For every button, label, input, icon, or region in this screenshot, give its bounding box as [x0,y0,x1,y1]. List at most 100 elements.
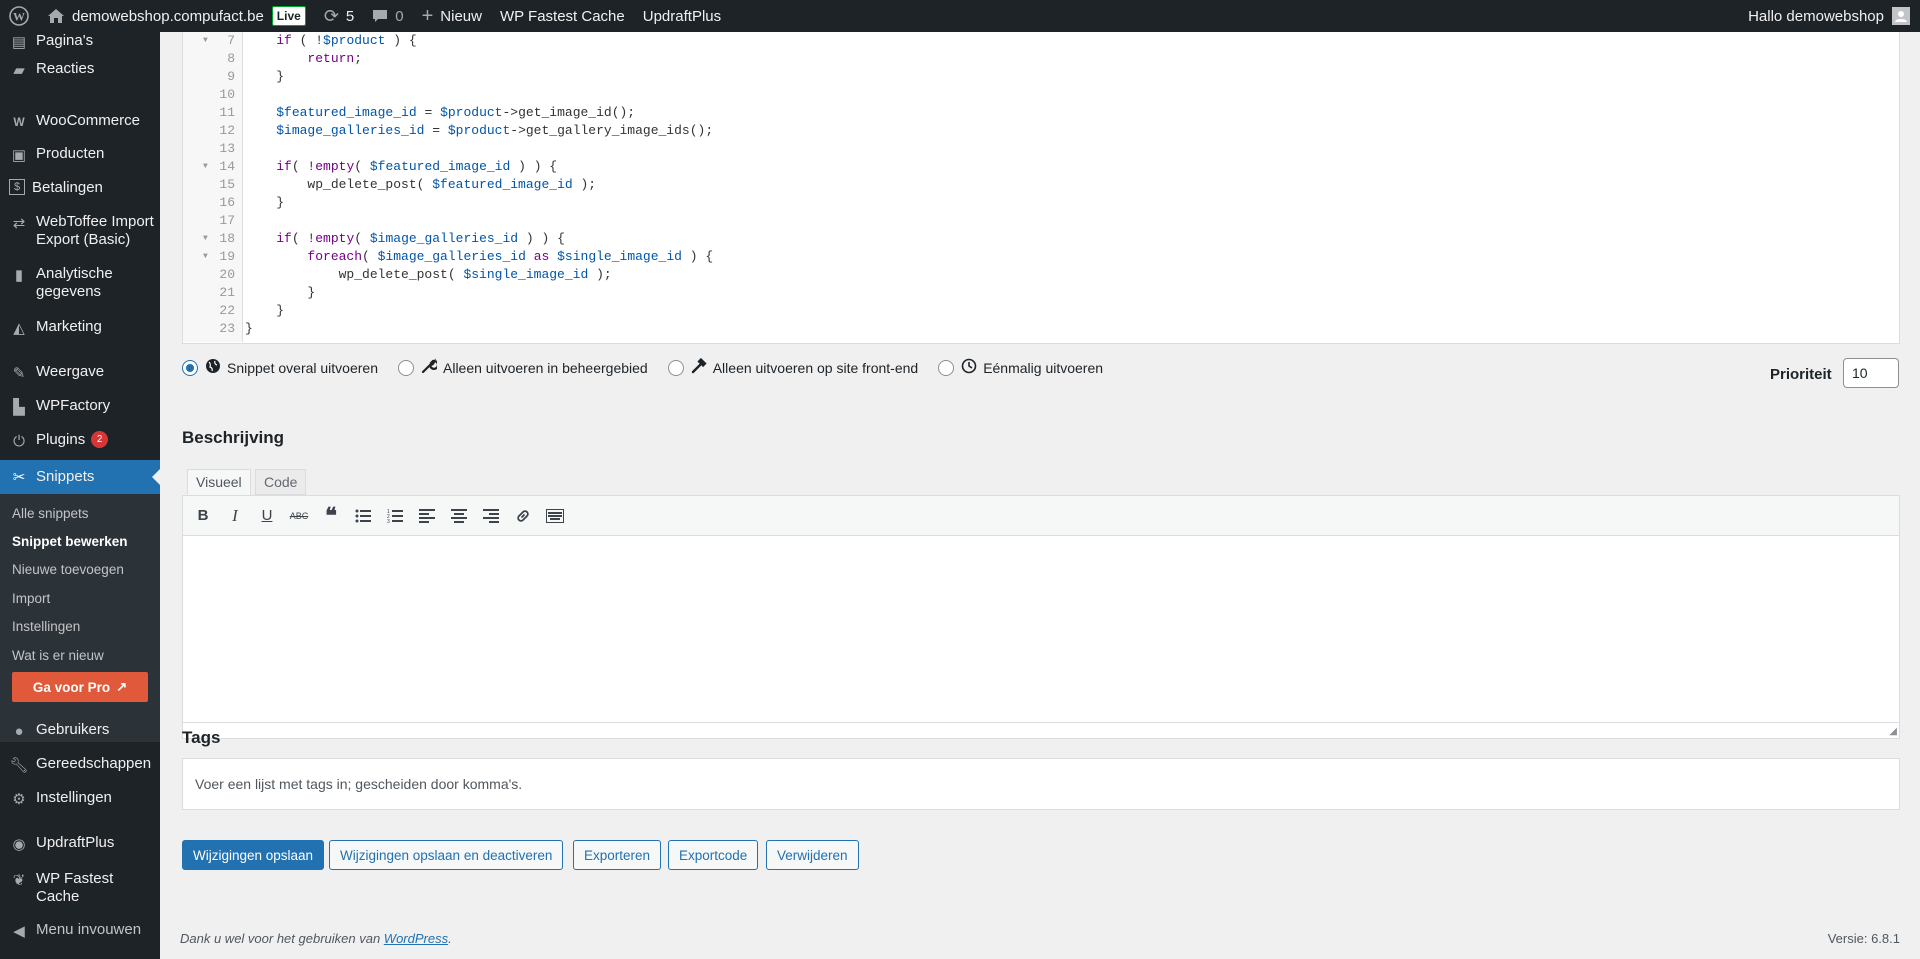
users-icon: ● [14,722,24,740]
submenu-settings[interactable]: Instellingen [12,619,80,634]
sidebar-item-label: WooCommerce [36,112,140,129]
scope-admin-radio[interactable] [398,360,414,376]
sidebar-item-users[interactable]: ● Gebruikers [0,721,160,741]
footer-version: Versie: 6.8.1 [1827,931,1900,946]
scope-global-option[interactable]: Snippet overal uitvoeren [182,358,378,378]
sidebar-item-wp-fastest-cache[interactable]: ❦ WP Fastest Cache [0,870,160,906]
scope-global-radio[interactable] [182,360,198,376]
wordpress-link[interactable]: WordPress [384,931,448,946]
comments-menu[interactable]: 0 [363,0,412,32]
priority-input[interactable]: 10 [1843,358,1899,388]
scope-admin-option[interactable]: Alleen uitvoeren in beheergebied [398,358,648,378]
updates-menu[interactable]: ⟳ 5 [315,0,363,32]
code-editor[interactable]: 7 ▼ if ( !$product ) { 8 return; 9 } 10 1… [182,32,1900,344]
submenu-whats-new[interactable]: Wat is er nieuw [12,648,104,663]
tab-code[interactable]: Code [255,469,307,495]
collapse-menu-button[interactable]: ◀ Menu invouwen [0,921,160,941]
fold-arrow-icon[interactable]: ▼ [203,248,208,266]
strikethrough-button[interactable]: ABC [285,502,313,530]
fold-arrow-icon[interactable]: ▼ [203,32,208,50]
sidebar-item-marketing[interactable]: ◭ Marketing [0,318,160,338]
sidebar-item-label: Snippets [36,468,95,485]
scope-frontend-radio[interactable] [667,360,684,376]
sidebar-item-analytics[interactable]: ▮ Analytische gegevens [0,265,160,301]
sidebar-item-snippets[interactable]: ✂ Snippets [0,460,160,494]
site-name-menu[interactable]: demowebshop.compufact.be Live [38,0,315,32]
sidebar-item-updraftplus[interactable]: ◉ UpdraftPlus [0,834,160,854]
fold-arrow-icon[interactable]: ▼ [203,158,208,176]
sidebar-item-payments[interactable]: $ Betalingen [0,179,160,197]
editor-toolbar: B I U ABC ❝ 123 [183,496,1899,536]
align-right-button[interactable] [477,502,505,530]
archive-icon: ▣ [11,147,27,164]
sidebar-item-label: Menu invouwen [36,921,142,938]
delete-button[interactable]: Verwijderen [766,840,859,870]
greeting: Hallo demowebshop [1748,7,1884,25]
align-left-button[interactable] [413,502,441,530]
updraftplus-menu[interactable]: UpdraftPlus [634,0,730,32]
sidebar-item-appearance[interactable]: ✎ Weergave [0,363,160,383]
scope-once-radio[interactable] [938,360,955,376]
submenu-add-new[interactable]: Nieuwe toevoegen [12,562,124,577]
export-code-button[interactable]: Exportcode [668,840,759,870]
tags-input[interactable]: Voer een lijst met tags in; gescheiden d… [182,758,1900,810]
numbered-list-icon: 123 [387,509,403,523]
footer-thanks-text: Dank u wel voor het gebruiken van [180,931,384,946]
sidebar-item-wpfactory[interactable]: ▙ WPFactory [0,397,160,417]
wordpress-logo[interactable]: W [0,0,38,32]
priority-label: Prioriteit [1770,366,1832,383]
new-content-menu[interactable]: + Nieuw [413,0,491,32]
import-export-icon: ⇄ [12,215,26,232]
bold-button[interactable]: B [189,502,217,530]
fold-arrow-icon[interactable]: ▼ [203,230,208,248]
my-account-menu[interactable]: Hallo demowebshop [1739,0,1920,32]
wrench-icon: 🔧︎ [9,757,29,774]
bullet-list-button[interactable] [349,502,377,530]
sidebar-item-pages[interactable]: ▤ Pagina's [0,32,160,52]
sidebar-item-tools[interactable]: 🔧︎ Gereedschappen [0,755,160,775]
wp-fastest-cache-menu[interactable]: WP Fastest Cache [491,0,634,32]
woocommerce-icon: W [13,115,25,129]
sidebar-item-plugins[interactable]: ⏻ Plugins 2 [0,431,160,451]
wrench-icon [421,358,440,378]
plugins-update-badge: 2 [91,431,109,448]
scissors-icon: ✂ [12,469,26,486]
sidebar-item-webtoffee[interactable]: ⇄ WebToffee Import Export (Basic) [0,213,160,249]
line-number: 12 [219,123,235,138]
sidebar-item-products[interactable]: ▣ Producten [0,145,160,165]
go-pro-button[interactable]: Ga voor Pro ↗ [12,672,148,702]
description-textarea[interactable] [183,537,1899,723]
comment-icon [372,9,388,23]
sidebar-item-settings[interactable]: ⚙ Instellingen [0,789,160,809]
italic-button[interactable]: I [221,502,249,530]
scope-once-option[interactable]: Eénmalig uitvoeren [938,358,1103,378]
underline-button[interactable]: U [253,502,281,530]
export-button[interactable]: Exporteren [573,840,662,870]
align-center-button[interactable] [445,502,473,530]
line-number: 15 [219,177,235,192]
main-content: 7 ▼ if ( !$product ) { 8 return; 9 } 10 1… [160,32,1920,959]
updates-icon: ⟳ [323,5,339,26]
sidebar-item-comments[interactable]: ▰ Reacties [0,60,160,80]
page-icon: ▤ [11,34,27,51]
link-button[interactable] [509,502,537,530]
submenu-import[interactable]: Import [12,591,50,606]
scope-frontend-option[interactable]: Alleen uitvoeren op site front-end [667,357,918,378]
submenu-all-snippets[interactable]: Alle snippets [12,506,89,521]
save-deactivate-button[interactable]: Wijzigingen opslaan en deactiveren [329,840,564,870]
plus-icon: + [421,4,434,27]
tab-visual[interactable]: Visueel [187,469,251,495]
save-button[interactable]: Wijzigingen opslaan [182,840,325,870]
sidebar-item-label: Analytische gegevens [36,265,113,300]
line-number: 7 [227,33,235,48]
toolbar-toggle-button[interactable] [541,502,569,530]
line-number: 21 [219,285,235,300]
blockquote-button[interactable]: ❝ [317,502,345,530]
sidebar-item-label: Reacties [36,60,95,77]
line-number: 18 [219,231,235,246]
submenu-edit-snippet[interactable]: Snippet bewerken [12,534,128,549]
sidebar-item-label: WebToffee Import Export (Basic) [36,213,154,248]
numbered-list-button[interactable]: 123 [381,502,409,530]
resize-handle-icon[interactable]: ◢ [1889,726,1897,737]
sidebar-item-woocommerce[interactable]: W WooCommerce [0,112,160,132]
